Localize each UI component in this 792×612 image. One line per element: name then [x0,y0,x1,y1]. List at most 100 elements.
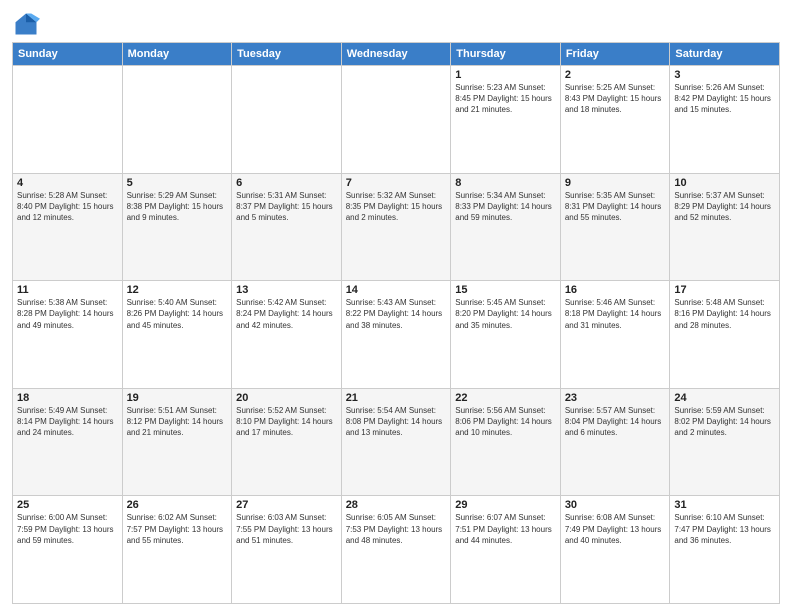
cell-info-text: Sunrise: 6:05 AM Sunset: 7:53 PM Dayligh… [346,512,447,546]
calendar-header-row: SundayMondayTuesdayWednesdayThursdayFrid… [13,43,780,66]
calendar-week-row-4: 25Sunrise: 6:00 AM Sunset: 7:59 PM Dayli… [13,496,780,604]
cell-day-number: 25 [17,499,118,511]
calendar-cell: 3Sunrise: 5:26 AM Sunset: 8:42 PM Daylig… [670,66,780,174]
cell-info-text: Sunrise: 5:29 AM Sunset: 8:38 PM Dayligh… [127,190,228,224]
cell-day-number: 29 [455,499,556,511]
cell-info-text: Sunrise: 5:40 AM Sunset: 8:26 PM Dayligh… [127,297,228,331]
calendar-cell: 14Sunrise: 5:43 AM Sunset: 8:22 PM Dayli… [341,281,451,389]
cell-info-text: Sunrise: 5:49 AM Sunset: 8:14 PM Dayligh… [17,405,118,439]
cell-day-number: 22 [455,392,556,404]
cell-info-text: Sunrise: 5:38 AM Sunset: 8:28 PM Dayligh… [17,297,118,331]
cell-day-number: 16 [565,284,666,296]
cell-info-text: Sunrise: 5:23 AM Sunset: 8:45 PM Dayligh… [455,82,556,116]
calendar-cell: 20Sunrise: 5:52 AM Sunset: 8:10 PM Dayli… [232,388,342,496]
calendar-weekday-saturday: Saturday [670,43,780,66]
cell-day-number: 7 [346,177,447,189]
calendar-cell: 4Sunrise: 5:28 AM Sunset: 8:40 PM Daylig… [13,173,123,281]
cell-info-text: Sunrise: 5:25 AM Sunset: 8:43 PM Dayligh… [565,82,666,116]
calendar-week-row-0: 1Sunrise: 5:23 AM Sunset: 8:45 PM Daylig… [13,66,780,174]
calendar-cell: 27Sunrise: 6:03 AM Sunset: 7:55 PM Dayli… [232,496,342,604]
cell-day-number: 4 [17,177,118,189]
calendar-cell: 10Sunrise: 5:37 AM Sunset: 8:29 PM Dayli… [670,173,780,281]
calendar-cell: 13Sunrise: 5:42 AM Sunset: 8:24 PM Dayli… [232,281,342,389]
calendar-cell [122,66,232,174]
calendar-cell: 30Sunrise: 6:08 AM Sunset: 7:49 PM Dayli… [560,496,670,604]
cell-day-number: 11 [17,284,118,296]
calendar-cell: 8Sunrise: 5:34 AM Sunset: 8:33 PM Daylig… [451,173,561,281]
cell-info-text: Sunrise: 5:48 AM Sunset: 8:16 PM Dayligh… [674,297,775,331]
calendar-cell: 19Sunrise: 5:51 AM Sunset: 8:12 PM Dayli… [122,388,232,496]
cell-day-number: 27 [236,499,337,511]
cell-info-text: Sunrise: 6:07 AM Sunset: 7:51 PM Dayligh… [455,512,556,546]
calendar-weekday-friday: Friday [560,43,670,66]
cell-day-number: 14 [346,284,447,296]
cell-day-number: 13 [236,284,337,296]
calendar-cell: 29Sunrise: 6:07 AM Sunset: 7:51 PM Dayli… [451,496,561,604]
calendar-cell: 16Sunrise: 5:46 AM Sunset: 8:18 PM Dayli… [560,281,670,389]
cell-info-text: Sunrise: 5:43 AM Sunset: 8:22 PM Dayligh… [346,297,447,331]
cell-day-number: 2 [565,69,666,81]
cell-day-number: 23 [565,392,666,404]
calendar-cell: 9Sunrise: 5:35 AM Sunset: 8:31 PM Daylig… [560,173,670,281]
calendar-weekday-tuesday: Tuesday [232,43,342,66]
cell-day-number: 9 [565,177,666,189]
cell-day-number: 28 [346,499,447,511]
cell-info-text: Sunrise: 5:46 AM Sunset: 8:18 PM Dayligh… [565,297,666,331]
cell-day-number: 5 [127,177,228,189]
calendar-week-row-3: 18Sunrise: 5:49 AM Sunset: 8:14 PM Dayli… [13,388,780,496]
calendar-weekday-sunday: Sunday [13,43,123,66]
calendar-cell [232,66,342,174]
cell-info-text: Sunrise: 5:51 AM Sunset: 8:12 PM Dayligh… [127,405,228,439]
calendar-cell: 6Sunrise: 5:31 AM Sunset: 8:37 PM Daylig… [232,173,342,281]
calendar-cell: 5Sunrise: 5:29 AM Sunset: 8:38 PM Daylig… [122,173,232,281]
cell-info-text: Sunrise: 6:08 AM Sunset: 7:49 PM Dayligh… [565,512,666,546]
cell-info-text: Sunrise: 5:34 AM Sunset: 8:33 PM Dayligh… [455,190,556,224]
calendar-cell: 31Sunrise: 6:10 AM Sunset: 7:47 PM Dayli… [670,496,780,604]
cell-day-number: 30 [565,499,666,511]
calendar-cell: 15Sunrise: 5:45 AM Sunset: 8:20 PM Dayli… [451,281,561,389]
calendar-cell: 24Sunrise: 5:59 AM Sunset: 8:02 PM Dayli… [670,388,780,496]
cell-day-number: 20 [236,392,337,404]
calendar-cell: 21Sunrise: 5:54 AM Sunset: 8:08 PM Dayli… [341,388,451,496]
cell-day-number: 15 [455,284,556,296]
calendar-cell: 1Sunrise: 5:23 AM Sunset: 8:45 PM Daylig… [451,66,561,174]
header [12,10,780,38]
cell-day-number: 26 [127,499,228,511]
cell-day-number: 6 [236,177,337,189]
cell-info-text: Sunrise: 5:28 AM Sunset: 8:40 PM Dayligh… [17,190,118,224]
cell-info-text: Sunrise: 5:37 AM Sunset: 8:29 PM Dayligh… [674,190,775,224]
cell-day-number: 21 [346,392,447,404]
calendar-cell: 7Sunrise: 5:32 AM Sunset: 8:35 PM Daylig… [341,173,451,281]
cell-day-number: 24 [674,392,775,404]
cell-info-text: Sunrise: 5:56 AM Sunset: 8:06 PM Dayligh… [455,405,556,439]
cell-info-text: Sunrise: 5:32 AM Sunset: 8:35 PM Dayligh… [346,190,447,224]
calendar-cell: 26Sunrise: 6:02 AM Sunset: 7:57 PM Dayli… [122,496,232,604]
page: SundayMondayTuesdayWednesdayThursdayFrid… [0,0,792,612]
cell-day-number: 1 [455,69,556,81]
cell-day-number: 3 [674,69,775,81]
cell-info-text: Sunrise: 5:45 AM Sunset: 8:20 PM Dayligh… [455,297,556,331]
cell-day-number: 18 [17,392,118,404]
calendar-cell: 17Sunrise: 5:48 AM Sunset: 8:16 PM Dayli… [670,281,780,389]
calendar-cell: 2Sunrise: 5:25 AM Sunset: 8:43 PM Daylig… [560,66,670,174]
calendar-weekday-wednesday: Wednesday [341,43,451,66]
logo [12,10,44,38]
cell-info-text: Sunrise: 5:26 AM Sunset: 8:42 PM Dayligh… [674,82,775,116]
cell-day-number: 12 [127,284,228,296]
cell-info-text: Sunrise: 6:00 AM Sunset: 7:59 PM Dayligh… [17,512,118,546]
cell-info-text: Sunrise: 6:10 AM Sunset: 7:47 PM Dayligh… [674,512,775,546]
calendar-week-row-1: 4Sunrise: 5:28 AM Sunset: 8:40 PM Daylig… [13,173,780,281]
cell-day-number: 31 [674,499,775,511]
cell-info-text: Sunrise: 5:31 AM Sunset: 8:37 PM Dayligh… [236,190,337,224]
cell-info-text: Sunrise: 5:42 AM Sunset: 8:24 PM Dayligh… [236,297,337,331]
cell-day-number: 8 [455,177,556,189]
calendar-weekday-thursday: Thursday [451,43,561,66]
logo-icon [12,10,40,38]
calendar-cell: 28Sunrise: 6:05 AM Sunset: 7:53 PM Dayli… [341,496,451,604]
cell-info-text: Sunrise: 5:52 AM Sunset: 8:10 PM Dayligh… [236,405,337,439]
cell-info-text: Sunrise: 6:03 AM Sunset: 7:55 PM Dayligh… [236,512,337,546]
calendar-cell [13,66,123,174]
calendar-table: SundayMondayTuesdayWednesdayThursdayFrid… [12,42,780,604]
calendar-cell: 22Sunrise: 5:56 AM Sunset: 8:06 PM Dayli… [451,388,561,496]
cell-day-number: 17 [674,284,775,296]
